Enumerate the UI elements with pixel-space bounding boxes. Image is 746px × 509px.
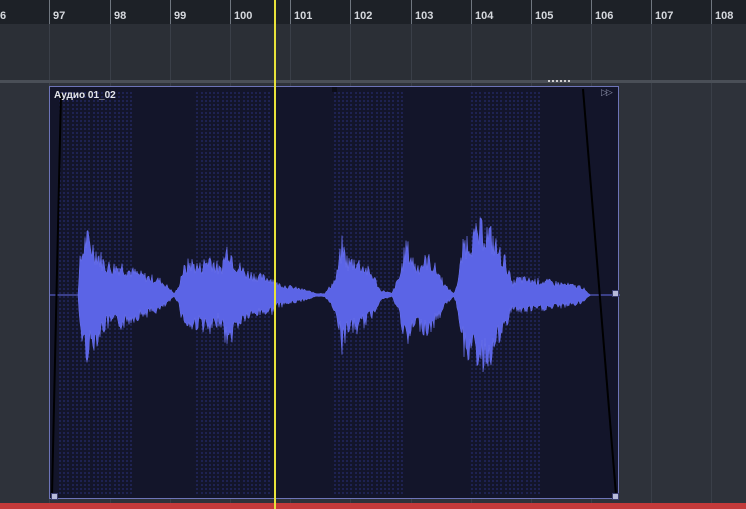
ruler-tick — [290, 0, 291, 24]
upper-track-area[interactable] — [0, 24, 746, 80]
ruler-tick — [350, 0, 351, 24]
grid-line — [711, 83, 712, 503]
ruler-label-105: 105 — [535, 10, 554, 22]
playback-cursor[interactable] — [274, 0, 276, 509]
event-top-handle[interactable] — [332, 87, 337, 92]
grid-line — [591, 24, 592, 80]
ruler-tick — [49, 0, 50, 24]
waveform-display — [50, 88, 620, 496]
ruler-tick — [471, 0, 472, 24]
ruler-label-107: 107 — [655, 10, 674, 22]
bottom-track-bar — [0, 503, 746, 509]
grid-line — [411, 24, 412, 80]
ruler-tick — [591, 0, 592, 24]
ruler-label-97: 97 — [53, 10, 66, 22]
audio-event[interactable]: Аудио 01_02 — [49, 86, 620, 499]
ruler-label-98: 98 — [114, 10, 127, 22]
ruler-label-100: 100 — [234, 10, 253, 22]
ruler-tick — [411, 0, 412, 24]
fade-out-handle[interactable] — [612, 493, 619, 500]
ruler-label-99: 99 — [174, 10, 187, 22]
ruler-label-104: 104 — [475, 10, 494, 22]
ruler-tick — [230, 0, 231, 24]
ruler-label-106: 106 — [595, 10, 614, 22]
grid-line — [170, 24, 171, 80]
grid-line — [49, 24, 50, 80]
ruler-tick — [651, 0, 652, 24]
ruler-label-102: 102 — [354, 10, 373, 22]
play-arrows-icon: ▷▷ — [601, 87, 613, 97]
ruler-label-101: 101 — [294, 10, 313, 22]
grid-line — [531, 24, 532, 80]
ruler-tick — [531, 0, 532, 24]
fade-in-handle[interactable] — [51, 493, 58, 500]
grid-line — [651, 83, 652, 503]
timeline-ruler[interactable]: 6 97 98 99 100 101 102 103 104 105 106 1… — [0, 0, 746, 24]
grid-line — [711, 24, 712, 80]
grid-line — [110, 24, 111, 80]
ruler-tick — [711, 0, 712, 24]
event-top-dashes — [548, 80, 570, 84]
grid-line — [230, 24, 231, 80]
ruler-tick — [170, 0, 171, 24]
ruler-label-103: 103 — [415, 10, 434, 22]
event-name-label: Аудио 01_02 — [54, 90, 116, 101]
ruler-tick — [110, 0, 111, 24]
ruler-label-6: 6 — [0, 10, 7, 22]
grid-line — [350, 24, 351, 80]
grid-line — [290, 24, 291, 80]
grid-line — [651, 24, 652, 80]
volume-handle[interactable] — [612, 290, 619, 297]
ruler-label-108: 108 — [715, 10, 734, 22]
grid-line — [471, 24, 472, 80]
